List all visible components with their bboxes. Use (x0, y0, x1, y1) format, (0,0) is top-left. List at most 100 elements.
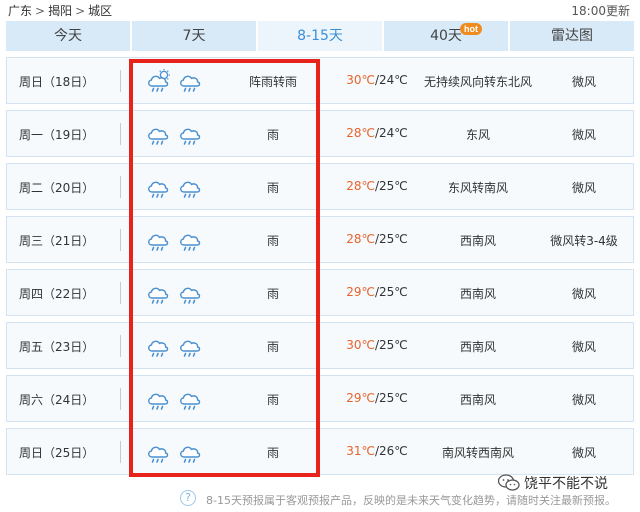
forecast-row: 周二（20日） 雨 28℃/25℃ 东风转南风 微风 (6, 163, 634, 210)
cloud-rain-icon (180, 128, 201, 145)
forecast-date: 周六（24日） (19, 393, 95, 407)
breadcrumb-city[interactable]: 揭阳 (48, 4, 72, 18)
forecast-condition: 雨 (266, 234, 279, 248)
divider (120, 70, 121, 92)
forecast-wind-level: 微风 (571, 287, 596, 301)
forecast-wind-level: 微风转3-4级 (550, 234, 618, 248)
tab-radar[interactable]: 雷达图 (510, 21, 634, 51)
temp-high: 28℃ (346, 232, 375, 246)
tab-7-days[interactable]: 7天 (132, 21, 256, 51)
temp-high: 31℃ (346, 444, 375, 458)
forecast-temperature: 28℃/25℃ (327, 179, 427, 193)
cloud-rain-icon (148, 393, 169, 410)
weather-icons (145, 280, 209, 308)
breadcrumb-province[interactable]: 广东 (8, 4, 32, 18)
forecast-wind-level: 微风 (571, 128, 596, 142)
help-icon[interactable]: ? (180, 490, 196, 506)
top-bar: 广东 > 揭阳 > 城区 18:00更新 (0, 0, 640, 20)
temp-high: 28℃ (346, 126, 375, 140)
temp-high: 30℃ (346, 338, 375, 352)
forecast-date: 周二（20日） (19, 181, 95, 195)
forecast-tabs: 今天 7天 8-15天 40天 hot 雷达图 (6, 21, 634, 51)
cloud-sun-rain-icon (148, 69, 170, 92)
temp-high: 30℃ (346, 73, 375, 87)
forecast-wind-level: 微风 (571, 446, 596, 460)
forecast-row: 周五（23日） 雨 30℃/25℃ 西南风 微风 (6, 322, 634, 369)
cloud-rain-icon (180, 446, 201, 463)
forecast-condition: 雨 (266, 287, 279, 301)
hot-badge: hot (460, 23, 482, 35)
forecast-date: 周五（23日） (19, 340, 95, 354)
weather-icons (145, 333, 209, 361)
forecast-temperature: 29℃/25℃ (327, 285, 427, 299)
weather-icons (145, 121, 209, 149)
forecast-wind: 东风 (465, 128, 490, 142)
tab-label: 今天 (54, 28, 82, 44)
temp-low: 25℃ (379, 179, 408, 193)
temp-low: 25℃ (379, 391, 408, 405)
forecast-wind: 南风转西南风 (441, 446, 514, 460)
cloud-rain-icon (180, 181, 201, 198)
cloud-rain-icon (148, 234, 169, 251)
cloud-rain-icon (148, 287, 169, 304)
forecast-condition: 雨 (266, 446, 279, 460)
divider (120, 388, 121, 410)
breadcrumb-separator: > (35, 4, 46, 18)
cloud-rain-icon (180, 287, 201, 304)
footer-note: 8-15天预报属于客观预报产品，反映的是未来天气变化趋势，请随时关注最新预报。 (206, 494, 616, 507)
divider (120, 441, 121, 463)
temp-low: 25℃ (379, 338, 408, 352)
breadcrumb-district: 城区 (88, 4, 113, 18)
forecast-condition: 雨 (266, 340, 279, 354)
temp-high: 29℃ (346, 391, 375, 405)
watermark-text: 饶平不能不说 (524, 476, 608, 492)
weather-icons (145, 227, 209, 255)
temp-high: 28℃ (346, 179, 375, 193)
divider (120, 282, 121, 304)
forecast-wind-level: 微风 (571, 393, 596, 407)
forecast-row: 周一（19日） 雨 28℃/24℃ 东风 微风 (6, 110, 634, 157)
forecast-condition: 雨 (266, 393, 279, 407)
update-time: 18:00更新 (571, 4, 630, 18)
forecast-row: 周四（22日） 雨 29℃/25℃ 西南风 微风 (6, 269, 634, 316)
forecast-wind-level: 微风 (571, 340, 596, 354)
tab-40-days[interactable]: 40天 hot (384, 21, 508, 51)
temp-low: 25℃ (379, 285, 408, 299)
tab-label: 40天 (430, 28, 462, 44)
tab-8-15-days[interactable]: 8-15天 (258, 21, 382, 51)
forecast-condition: 雨 (266, 181, 279, 195)
cloud-rain-icon (180, 234, 201, 251)
forecast-temperature: 28℃/24℃ (327, 126, 427, 140)
forecast-date: 周三（21日） (19, 234, 95, 248)
weather-icons (145, 439, 209, 467)
weather-icons (145, 174, 209, 202)
temp-low: 26℃ (379, 444, 408, 458)
weather-icons (145, 68, 209, 96)
divider (120, 229, 121, 251)
temp-low: 24℃ (379, 73, 408, 87)
forecast-wind: 西南风 (459, 287, 496, 301)
forecast-date: 周日（25日） (19, 446, 95, 460)
breadcrumb: 广东 > 揭阳 > 城区 (8, 2, 112, 19)
forecast-temperature: 29℃/25℃ (327, 391, 427, 405)
forecast-wind: 西南风 (459, 340, 496, 354)
forecast-row: 周三（21日） 雨 28℃/25℃ 西南风 微风转3-4级 (6, 216, 634, 263)
cloud-rain-icon (148, 181, 169, 198)
temp-high: 29℃ (346, 285, 375, 299)
forecast-wind: 东风转南风 (447, 181, 508, 195)
cloud-rain-icon (180, 340, 201, 357)
cloud-rain-icon (148, 446, 169, 463)
forecast-date: 周日（18日） (19, 75, 95, 89)
forecast-wind: 无持续风向转东北风 (423, 75, 532, 89)
divider (120, 123, 121, 145)
forecast-list: 周日（18日） 阵雨转雨 30℃/24℃ 无持续风向转东北风 微风 周一（19日）雨 28℃… (6, 57, 634, 481)
tab-label: 8-15天 (297, 28, 343, 44)
tab-today[interactable]: 今天 (6, 21, 130, 51)
temp-low: 24℃ (379, 126, 408, 140)
forecast-date: 周四（22日） (19, 287, 95, 301)
forecast-temperature: 30℃/25℃ (327, 338, 427, 352)
forecast-row: 周日（18日） 阵雨转雨 30℃/24℃ 无持续风向转东北风 微风 (6, 57, 634, 104)
weather-icons (145, 386, 209, 414)
divider (120, 335, 121, 357)
cloud-rain-icon (180, 393, 201, 410)
